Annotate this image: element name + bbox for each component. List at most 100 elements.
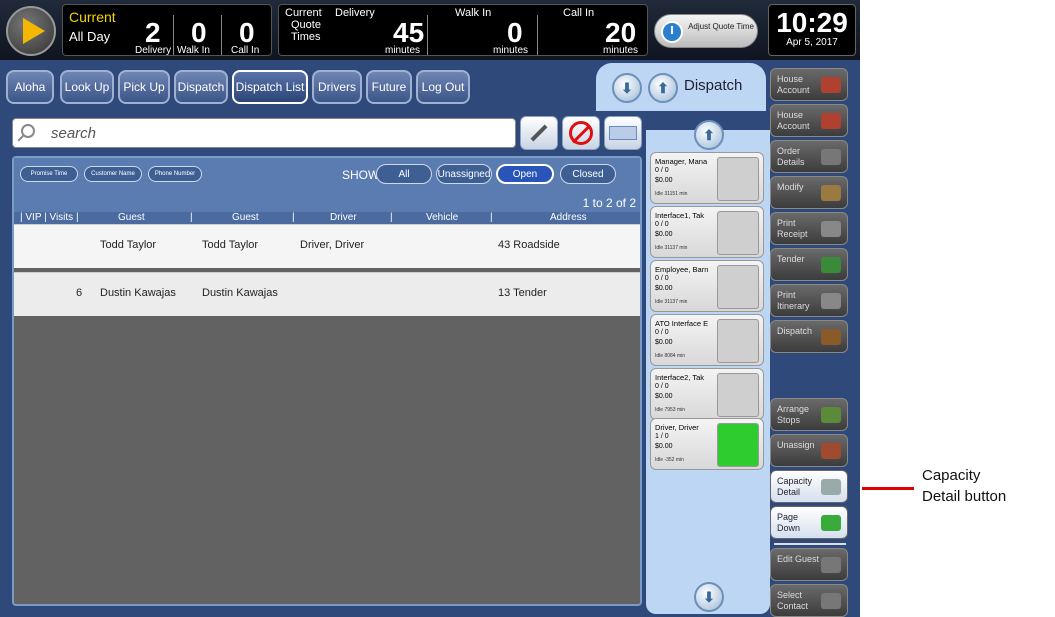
edit-guest-button[interactable]: Edit Guest: [770, 548, 848, 581]
house-account-button[interactable]: House Account: [770, 68, 848, 101]
sort-promise-time-button[interactable]: Promise Time: [20, 166, 78, 182]
dispatch-button[interactable]: Dispatch: [770, 320, 848, 353]
sort-customer-name-button[interactable]: Customer Name: [84, 166, 142, 182]
tree-icon: [821, 407, 841, 423]
driver-idle: Idle 31151 min: [655, 191, 688, 197]
driver-amount: $0.00: [655, 339, 673, 346]
page-down-button[interactable]: Page Down: [770, 506, 848, 539]
modify-button[interactable]: Modify: [770, 176, 848, 209]
start-button[interactable]: [6, 6, 56, 56]
tab-log-out[interactable]: Log Out: [416, 70, 470, 104]
show-open-button[interactable]: Open: [496, 164, 554, 184]
unassign-button[interactable]: Unassign: [770, 434, 848, 467]
dispatch-icon: [821, 329, 841, 345]
sort-phone-number-button[interactable]: Phone Number: [148, 166, 202, 182]
quote-delivery-unit: minutes: [385, 45, 421, 56]
select-contact-button[interactable]: Select Contact: [770, 584, 848, 617]
driver-status-box: [717, 373, 759, 417]
arrange-stops-button[interactable]: Arrange Stops: [770, 398, 848, 431]
button-label: House Account: [777, 110, 810, 131]
printer-icon: [821, 221, 841, 237]
tender-button[interactable]: Tender: [770, 248, 848, 281]
wand-icon: [821, 479, 841, 495]
clock-icon: [661, 21, 683, 43]
driver-card[interactable]: ATO Interface E 0 / 0 $0.00 Idle 8084 mi…: [650, 314, 764, 366]
scroll-down-button[interactable]: ⬇: [612, 73, 642, 103]
guest-cell-2: Todd Taylor: [202, 239, 259, 251]
current-label: Current: [69, 9, 116, 25]
keyboard-button[interactable]: [604, 116, 642, 150]
driver-card[interactable]: Interface1, Tak 0 / 0 $0.00 Idle 31137 m…: [650, 206, 764, 258]
quote-walkin-unit: minutes: [493, 45, 529, 56]
scroll-up-button[interactable]: ⬆: [648, 73, 678, 103]
cash-register-icon: [821, 257, 841, 273]
quote-times-panel: Current Quote Times Delivery 45 minutes …: [278, 4, 648, 56]
button-label: Order Details: [777, 146, 805, 167]
column-separator: |: [390, 212, 393, 223]
search-field[interactable]: search: [12, 118, 516, 148]
cancel-icon: [569, 121, 593, 145]
button-label: Dispatch: [777, 326, 813, 336]
button-label: Arrange Stops: [777, 404, 810, 425]
tab-aloha[interactable]: Aloha: [6, 70, 54, 104]
driver-card[interactable]: Manager, Mana 0 / 0 $0.00 Idle 31151 min: [650, 152, 764, 204]
column-driver: Driver: [330, 212, 357, 223]
driver-status-box: [717, 423, 759, 467]
button-label: Modify: [777, 182, 804, 192]
tab-drivers[interactable]: Drivers: [312, 70, 362, 104]
lookup-button[interactable]: [520, 116, 558, 150]
tools-icon: [821, 557, 841, 573]
button-label: Tender: [777, 254, 805, 264]
column-separator: |: [490, 212, 493, 223]
dispatch-panel-tab: ⬇ ⬆ Dispatch: [596, 63, 766, 111]
show-unassigned-button[interactable]: Unassigned: [436, 164, 492, 184]
tab-dispatch-list[interactable]: Dispatch List: [232, 70, 308, 104]
print-receipt-button[interactable]: Print Receipt: [770, 212, 848, 245]
driver-name: Interface1, Tak: [655, 211, 705, 220]
guest-cell-2: Dustin Kawajas: [202, 287, 278, 299]
capacity-detail-button[interactable]: Capacity Detail: [770, 470, 848, 503]
tab-look-up[interactable]: Look Up: [60, 70, 114, 104]
divider: [537, 15, 538, 55]
dispatch-list-panel: Promise Time Customer Name Phone Number …: [12, 156, 642, 606]
driver-orders: 0 / 0: [655, 329, 669, 336]
pos-application: Current All Day 2 Delivery 0 Walk In 0 C…: [0, 0, 860, 617]
driver-amount: $0.00: [655, 177, 673, 184]
walkin-count-label: Walk In: [177, 45, 210, 56]
column-address: Address: [550, 212, 587, 223]
address-cell: 43 Roadside: [498, 239, 560, 251]
driver-card[interactable]: Driver, Driver 1 / 0 $0.00 Idle -352 min: [650, 418, 764, 470]
driver-card[interactable]: Interface2, Tak 0 / 0 $0.00 Idle 7953 mi…: [650, 368, 764, 420]
table-row[interactable]: Todd Taylor Todd Taylor Driver, Driver 4…: [14, 224, 640, 268]
quote-callin-unit: minutes: [603, 45, 639, 56]
driver-orders: 0 / 0: [655, 167, 669, 174]
driver-idle: Idle 7953 min: [655, 407, 686, 413]
driver-card[interactable]: Employee, Barn 0 / 0 $0.00 Idle 31137 mi…: [650, 260, 764, 312]
column-guest: Guest: [118, 212, 145, 223]
driver-amount: $0.00: [655, 393, 673, 400]
tab-dispatch[interactable]: Dispatch: [174, 70, 228, 104]
driver-idle: Idle 31137 min: [655, 245, 688, 251]
driver-status-box: [717, 265, 759, 309]
address-cell: 13 Tender: [498, 287, 547, 299]
driver-scroll-down-button[interactable]: ⬇: [694, 582, 724, 612]
tab-pick-up[interactable]: Pick Up: [118, 70, 170, 104]
show-closed-button[interactable]: Closed: [560, 164, 616, 184]
callin-count-label: Call In: [231, 45, 260, 56]
order-details-button[interactable]: Order Details: [770, 140, 848, 173]
magnifier-icon: [821, 149, 841, 165]
clear-search-button[interactable]: [562, 116, 600, 150]
column-separator: |: [292, 212, 295, 223]
header-bar: Current All Day 2 Delivery 0 Walk In 0 C…: [0, 0, 860, 60]
table-header: | VIP | Visits | Guest | Guest | Driver …: [14, 212, 640, 224]
table-row[interactable]: 6 Dustin Kawajas Dustin Kawajas 13 Tende…: [14, 272, 640, 316]
tab-future[interactable]: Future: [366, 70, 412, 104]
print-itinerary-button[interactable]: Print Itinerary: [770, 284, 848, 317]
adjust-quote-time-button[interactable]: Adjust Quote Time: [654, 14, 758, 48]
show-all-button[interactable]: All: [376, 164, 432, 184]
printer-route-icon: [821, 293, 841, 309]
driver-status-box: [717, 319, 759, 363]
driver-scroll-up-button[interactable]: ⬆: [694, 120, 724, 150]
chevron-up-icon: ⬆: [703, 126, 715, 143]
house-account-2-button[interactable]: House Account: [770, 104, 848, 137]
